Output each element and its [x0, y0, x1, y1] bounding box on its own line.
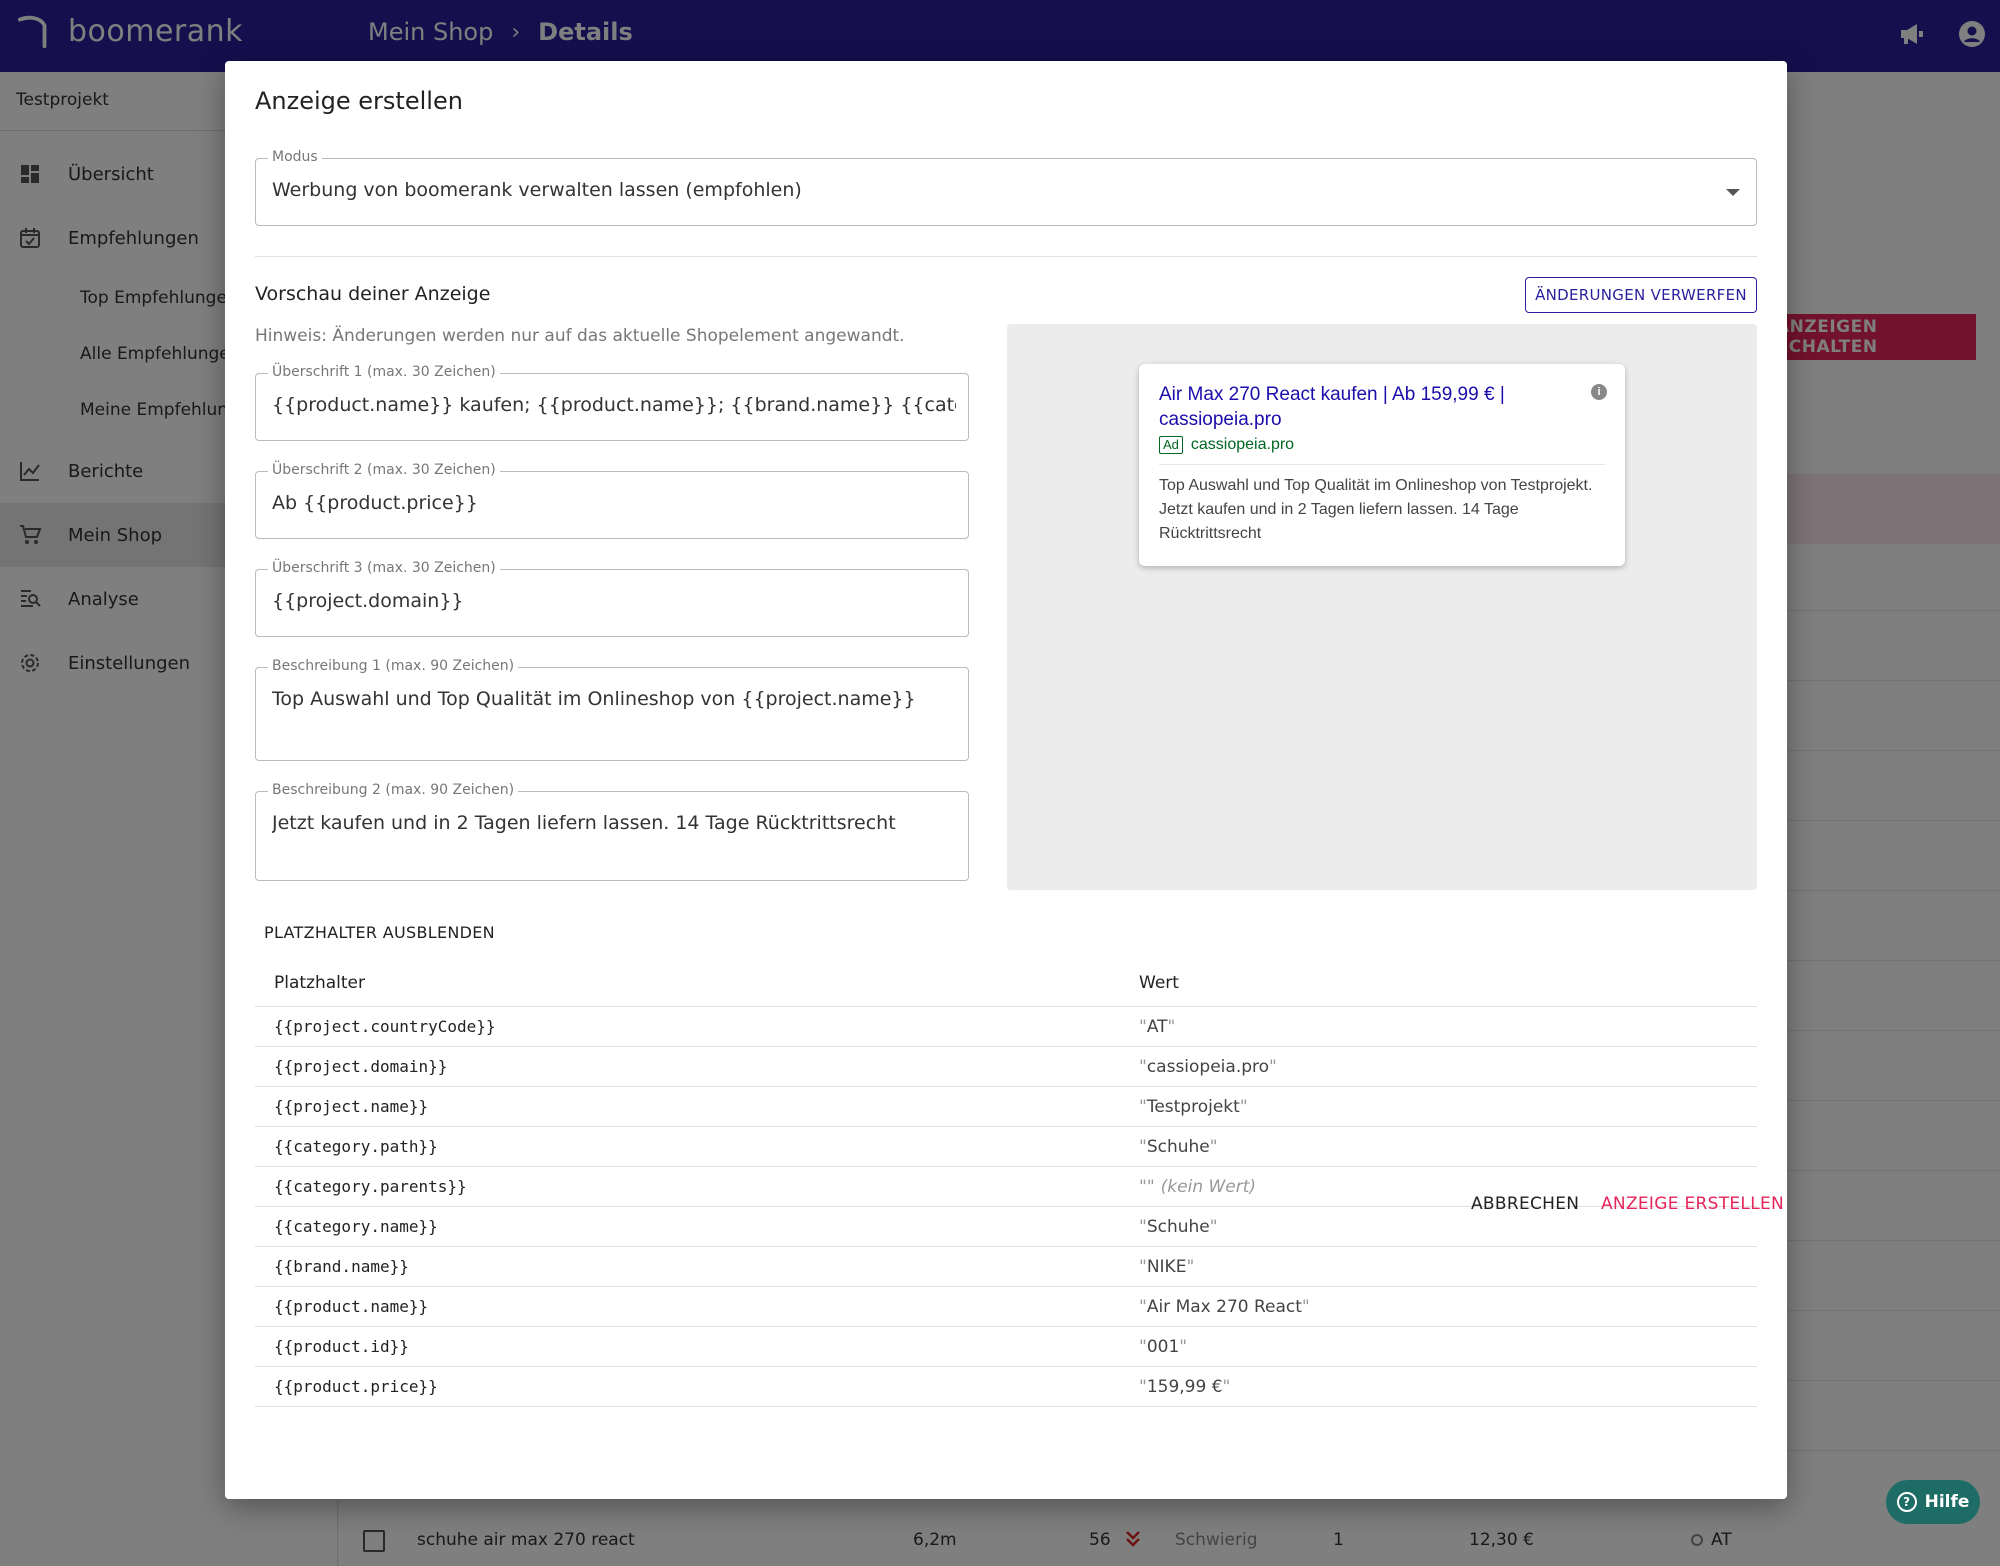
placeholder-value-text: 159,99 €: [1146, 1377, 1223, 1397]
table-header: Platzhalter Wert: [255, 959, 1757, 1007]
table-row: {{project.name}} "Testprojekt": [255, 1087, 1757, 1127]
placeholder-value: "159,99 €": [1139, 1377, 1231, 1397]
description-2-field[interactable]: Beschreibung 2 (max. 90 Zeichen) Jetzt k…: [255, 782, 969, 881]
ad-preview-card: Air Max 270 React kaufen | Ab 159,99 € |…: [1139, 364, 1625, 566]
placeholder-value: "AT": [1139, 1017, 1176, 1037]
placeholder-value: "Air Max 270 React": [1139, 1297, 1310, 1317]
ad-headline: Air Max 270 React kaufen | Ab 159,99 € |…: [1159, 384, 1505, 430]
placeholder-key: {{category.parents}}: [274, 1177, 467, 1196]
mode-label: Modus: [268, 149, 322, 165]
headline-3-value[interactable]: {{project.domain}}: [272, 590, 956, 612]
section-divider: [255, 256, 1757, 257]
create-ad-dialog: Anzeige erstellen Modus Werbung von boom…: [225, 61, 1787, 1499]
description-2-label: Beschreibung 2 (max. 90 Zeichen): [268, 782, 519, 798]
placeholder-key: {{product.name}}: [274, 1297, 429, 1316]
placeholder-value-text: cassiopeia.pro: [1146, 1057, 1270, 1077]
placeholder-key: {{product.price}}: [274, 1377, 438, 1396]
table-row: {{project.domain}} "cassiopeia.pro": [255, 1047, 1757, 1087]
headline-2-value[interactable]: Ab {{product.price}}: [272, 492, 956, 514]
mode-select[interactable]: Modus Werbung von boomerank verwalten la…: [255, 149, 1757, 226]
cancel-button[interactable]: ABBRECHEN: [1471, 1194, 1579, 1214]
discard-changes-button[interactable]: ÄNDERUNGEN VERWERFEN: [1525, 277, 1757, 313]
placeholder-value-text: Air Max 270 React: [1146, 1297, 1302, 1317]
placeholder-value-text: Schuhe: [1146, 1217, 1210, 1237]
headline-1-label: Überschrift 1 (max. 30 Zeichen): [268, 364, 500, 380]
dropdown-arrow-icon: [1726, 189, 1740, 196]
headline-3-label: Überschrift 3 (max. 30 Zeichen): [268, 560, 500, 576]
placeholder-value-text: NIKE: [1146, 1257, 1187, 1277]
create-ad-button[interactable]: ANZEIGE ERSTELLEN: [1601, 1194, 1784, 1214]
placeholder-value: "cassiopeia.pro": [1139, 1057, 1277, 1077]
table-row: {{category.path}} "Schuhe": [255, 1127, 1757, 1167]
placeholder-key: {{project.countryCode}}: [274, 1017, 496, 1036]
placeholder-value: "Schuhe": [1139, 1217, 1218, 1237]
hide-placeholders-button[interactable]: PLATZHALTER AUSBLENDEN: [264, 923, 495, 942]
placeholder-key: {{product.id}}: [274, 1337, 409, 1356]
empty-value-note: (kein Wert): [1160, 1177, 1257, 1197]
ad-divider: [1159, 464, 1605, 465]
ad-badge: Ad: [1159, 436, 1183, 454]
table-row: {{product.price}} "159,99 €": [255, 1367, 1757, 1407]
description-1-label: Beschreibung 1 (max. 90 Zeichen): [268, 658, 519, 674]
info-icon[interactable]: i: [1591, 384, 1607, 400]
column-header-placeholder: Platzhalter: [274, 973, 366, 993]
description-1-value[interactable]: Top Auswahl und Top Qualität im Onlinesh…: [272, 688, 956, 710]
headline-1-value[interactable]: {{product.name}} kaufen; {{product.name}…: [272, 394, 956, 416]
help-icon: ?: [1896, 1492, 1917, 1512]
column-header-value: Wert: [1139, 973, 1179, 993]
placeholder-value: "Testprojekt": [1139, 1097, 1248, 1117]
placeholder-key: {{category.name}}: [274, 1217, 438, 1236]
placeholder-value-text: Testprojekt: [1146, 1097, 1240, 1117]
placeholder-value-text: Schuhe: [1146, 1137, 1210, 1157]
placeholder-value-text: AT: [1146, 1017, 1168, 1037]
ad-preview-panel: Air Max 270 React kaufen | Ab 159,99 € |…: [1007, 324, 1757, 890]
ad-description: Top Auswahl und Top Qualität im Onlinesh…: [1159, 477, 1593, 542]
table-row: {{project.countryCode}} "AT": [255, 1007, 1757, 1047]
ad-display-url: cassiopeia.pro: [1190, 436, 1295, 453]
headline-1-field[interactable]: Überschrift 1 (max. 30 Zeichen) {{produc…: [255, 364, 969, 441]
hint-text: Hinweis: Änderungen werden nur auf das a…: [255, 326, 905, 346]
description-1-field[interactable]: Beschreibung 1 (max. 90 Zeichen) Top Aus…: [255, 658, 969, 761]
placeholder-key: {{project.domain}}: [274, 1057, 448, 1076]
table-row: {{brand.name}} "NIKE": [255, 1247, 1757, 1287]
table-row: {{product.id}} "001": [255, 1327, 1757, 1367]
placeholder-value: "" (kein Wert): [1139, 1177, 1257, 1197]
placeholder-value-text: 001: [1146, 1337, 1180, 1357]
headline-2-field[interactable]: Überschrift 2 (max. 30 Zeichen) Ab {{pro…: [255, 462, 969, 539]
placeholder-key: {{brand.name}}: [274, 1257, 409, 1276]
dialog-title: Anzeige erstellen: [255, 87, 463, 115]
help-label: Hilfe: [1924, 1492, 1970, 1512]
placeholder-key: {{project.name}}: [274, 1097, 429, 1116]
table-row: {{product.name}} "Air Max 270 React": [255, 1287, 1757, 1327]
mode-value: Werbung von boomerank verwalten lassen (…: [272, 179, 802, 201]
placeholder-value: "NIKE": [1139, 1257, 1195, 1277]
description-2-value[interactable]: Jetzt kaufen und in 2 Tagen liefern lass…: [272, 812, 956, 834]
headline-3-field[interactable]: Überschrift 3 (max. 30 Zeichen) {{projec…: [255, 560, 969, 637]
headline-2-label: Überschrift 2 (max. 30 Zeichen): [268, 462, 500, 478]
placeholder-value: "001": [1139, 1337, 1188, 1357]
placeholder-table: Platzhalter Wert {{project.countryCode}}…: [255, 959, 1757, 1407]
help-button[interactable]: ? Hilfe: [1886, 1480, 1980, 1524]
placeholder-value: "Schuhe": [1139, 1137, 1218, 1157]
placeholder-key: {{category.path}}: [274, 1137, 438, 1156]
preview-title: Vorschau deiner Anzeige: [255, 283, 491, 305]
